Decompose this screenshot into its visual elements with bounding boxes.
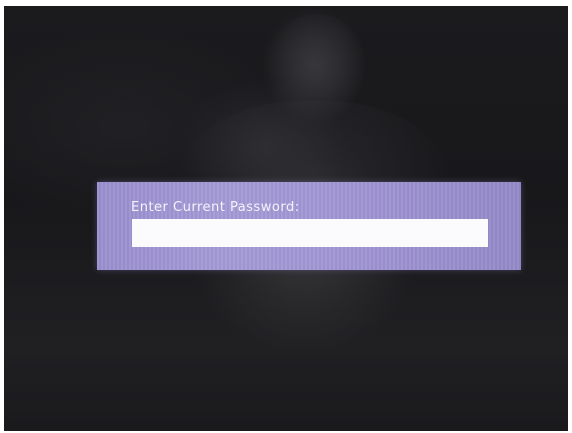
password-prompt-label: Enter Current Password: bbox=[131, 200, 300, 215]
password-dialog: Enter Current Password: bbox=[97, 182, 521, 270]
monitor-screen: Enter Current Password: bbox=[4, 6, 568, 431]
photo-frame: Enter Current Password: bbox=[0, 0, 572, 433]
current-password-input[interactable] bbox=[132, 219, 488, 247]
